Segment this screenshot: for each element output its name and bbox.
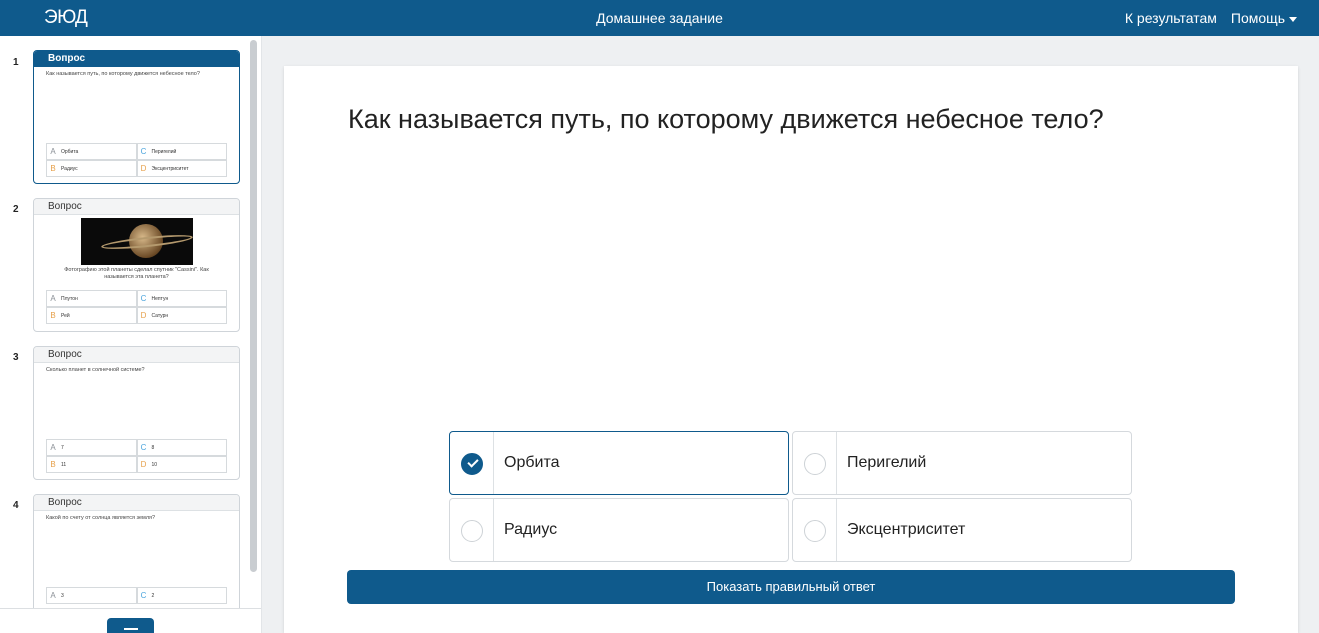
option-letter: C	[140, 294, 147, 303]
question-card-options: A7 C8 B 11 D 10	[46, 439, 227, 473]
question-card-2[interactable]: Вопрос Фотографию этой планеты сделал сп…	[33, 198, 240, 332]
chevron-down-icon	[1289, 16, 1297, 22]
option-c: C2	[136, 587, 227, 604]
option-d: D Эксцентриситет	[136, 160, 227, 177]
option-letter: B	[50, 164, 56, 173]
option-text: 2	[151, 592, 155, 599]
option-letter: A	[50, 443, 56, 452]
list-view-button[interactable]	[107, 618, 154, 633]
option-text: Эксцентриситет	[151, 165, 189, 172]
option-c: C8	[136, 439, 227, 456]
answer-radio[interactable]	[461, 453, 483, 475]
answer-divider	[836, 432, 837, 494]
option-text: Орбита	[61, 148, 79, 155]
option-text: 7	[61, 444, 64, 451]
sidebar-scrollbar[interactable]	[250, 40, 257, 572]
answer-option-3[interactable]: Радиус	[449, 498, 789, 562]
option-c: C Нептун	[136, 290, 227, 307]
option-d: D 10	[136, 456, 227, 473]
question-card-header: Вопрос	[34, 199, 239, 215]
option-text: Перигелий	[151, 148, 177, 155]
question-number: 4	[13, 500, 19, 511]
answer-label: Орбита	[504, 454, 560, 471]
option-d: D Сатурн	[136, 307, 227, 324]
option-text: Сатурн	[151, 312, 169, 319]
sidebar-footer	[0, 608, 261, 633]
option-text: 8	[151, 444, 155, 451]
list-icon	[124, 628, 138, 630]
answer-label: Перигелий	[847, 454, 927, 471]
option-letter: A	[50, 147, 56, 156]
answer-radio[interactable]	[804, 453, 826, 475]
question-panel: Как называется путь, по которому движетс…	[284, 66, 1298, 633]
help-menu[interactable]: Помощь	[1231, 10, 1297, 26]
option-letter: D	[140, 311, 147, 320]
option-letter: A	[50, 294, 56, 303]
question-card-header: Вопрос	[34, 495, 239, 511]
results-link[interactable]: К результатам	[1125, 10, 1217, 26]
option-text: 11	[61, 461, 67, 468]
option-a: A3	[46, 587, 137, 604]
question-sidebar: 1 Вопрос Как называется путь, по котором…	[0, 36, 262, 633]
option-text: Плутон	[61, 295, 78, 302]
option-letter: B	[50, 311, 56, 320]
option-text: 3	[61, 592, 64, 599]
option-a: A Плутон	[46, 290, 137, 307]
answer-radio[interactable]	[804, 520, 826, 542]
question-card-options: A Орбита C Перигелий B Радиус D Эксцентрисит…	[46, 143, 227, 177]
answer-label: Эксцентриситет	[847, 521, 966, 538]
option-letter: C	[140, 591, 147, 600]
topbar-actions: К результатам Помощь	[1125, 10, 1297, 26]
question-number: 1	[13, 57, 19, 68]
question-card-text: Как называется путь, по которому движетс…	[46, 71, 200, 77]
answer-divider	[836, 499, 837, 561]
answer-radio[interactable]	[461, 520, 483, 542]
answer-option-2[interactable]: Перигелий	[792, 431, 1132, 495]
question-number: 2	[13, 204, 19, 215]
question-card-text: Сколько планет в солнечной системе?	[46, 367, 145, 373]
question-card-1[interactable]: Вопрос Как называется путь, по которому …	[33, 50, 240, 184]
question-number: 3	[13, 352, 19, 363]
option-text: Рей	[61, 312, 70, 319]
answer-divider	[493, 499, 494, 561]
app-logo[interactable]: ЭЮД	[44, 7, 88, 29]
show-correct-answer-button[interactable]: Показать правильный ответ	[347, 570, 1235, 604]
option-text: Радиус	[61, 165, 78, 172]
option-text: Нептун	[151, 295, 169, 302]
option-b: B Радиус	[46, 160, 137, 177]
option-letter: A	[50, 591, 56, 600]
question-card-3[interactable]: Вопрос Сколько планет в солнечной систем…	[33, 346, 240, 480]
answer-label: Радиус	[504, 521, 558, 538]
page-title: Домашнее задание	[596, 10, 723, 26]
question-card-text: Фотографию этой планеты сделал спутник "…	[64, 267, 209, 280]
answer-divider	[493, 432, 494, 494]
option-b: B Рей	[46, 307, 137, 324]
question-text: Как называется путь, по которому движетс…	[348, 104, 1104, 134]
question-card-header: Вопрос	[34, 51, 239, 67]
option-letter: C	[140, 443, 147, 452]
option-letter: B	[50, 460, 56, 469]
option-c: C Перигелий	[136, 143, 227, 160]
option-letter: D	[140, 164, 147, 173]
question-card-header: Вопрос	[34, 347, 239, 363]
answer-option-1[interactable]: Орбита	[449, 431, 789, 495]
question-card-options: A Плутон C Нептун B Рей D Сатурн	[46, 290, 227, 324]
answer-option-4[interactable]: Эксцентриситет	[792, 498, 1132, 562]
help-menu-label: Помощь	[1230, 10, 1285, 26]
option-letter: D	[140, 460, 147, 469]
option-b: B 11	[46, 456, 137, 473]
question-card-text: Какой по счету от солнца является земля?	[46, 515, 156, 521]
option-text: 10	[151, 461, 158, 468]
option-a: A7	[46, 439, 137, 456]
option-a: A Орбита	[46, 143, 137, 160]
checkmark-icon	[467, 456, 479, 468]
question-card-options: A3 C2	[46, 587, 227, 604]
top-navbar: ЭЮД Домашнее задание К результатам Помощ…	[0, 0, 1319, 36]
option-letter: C	[140, 147, 147, 156]
saturn-image	[80, 218, 193, 265]
